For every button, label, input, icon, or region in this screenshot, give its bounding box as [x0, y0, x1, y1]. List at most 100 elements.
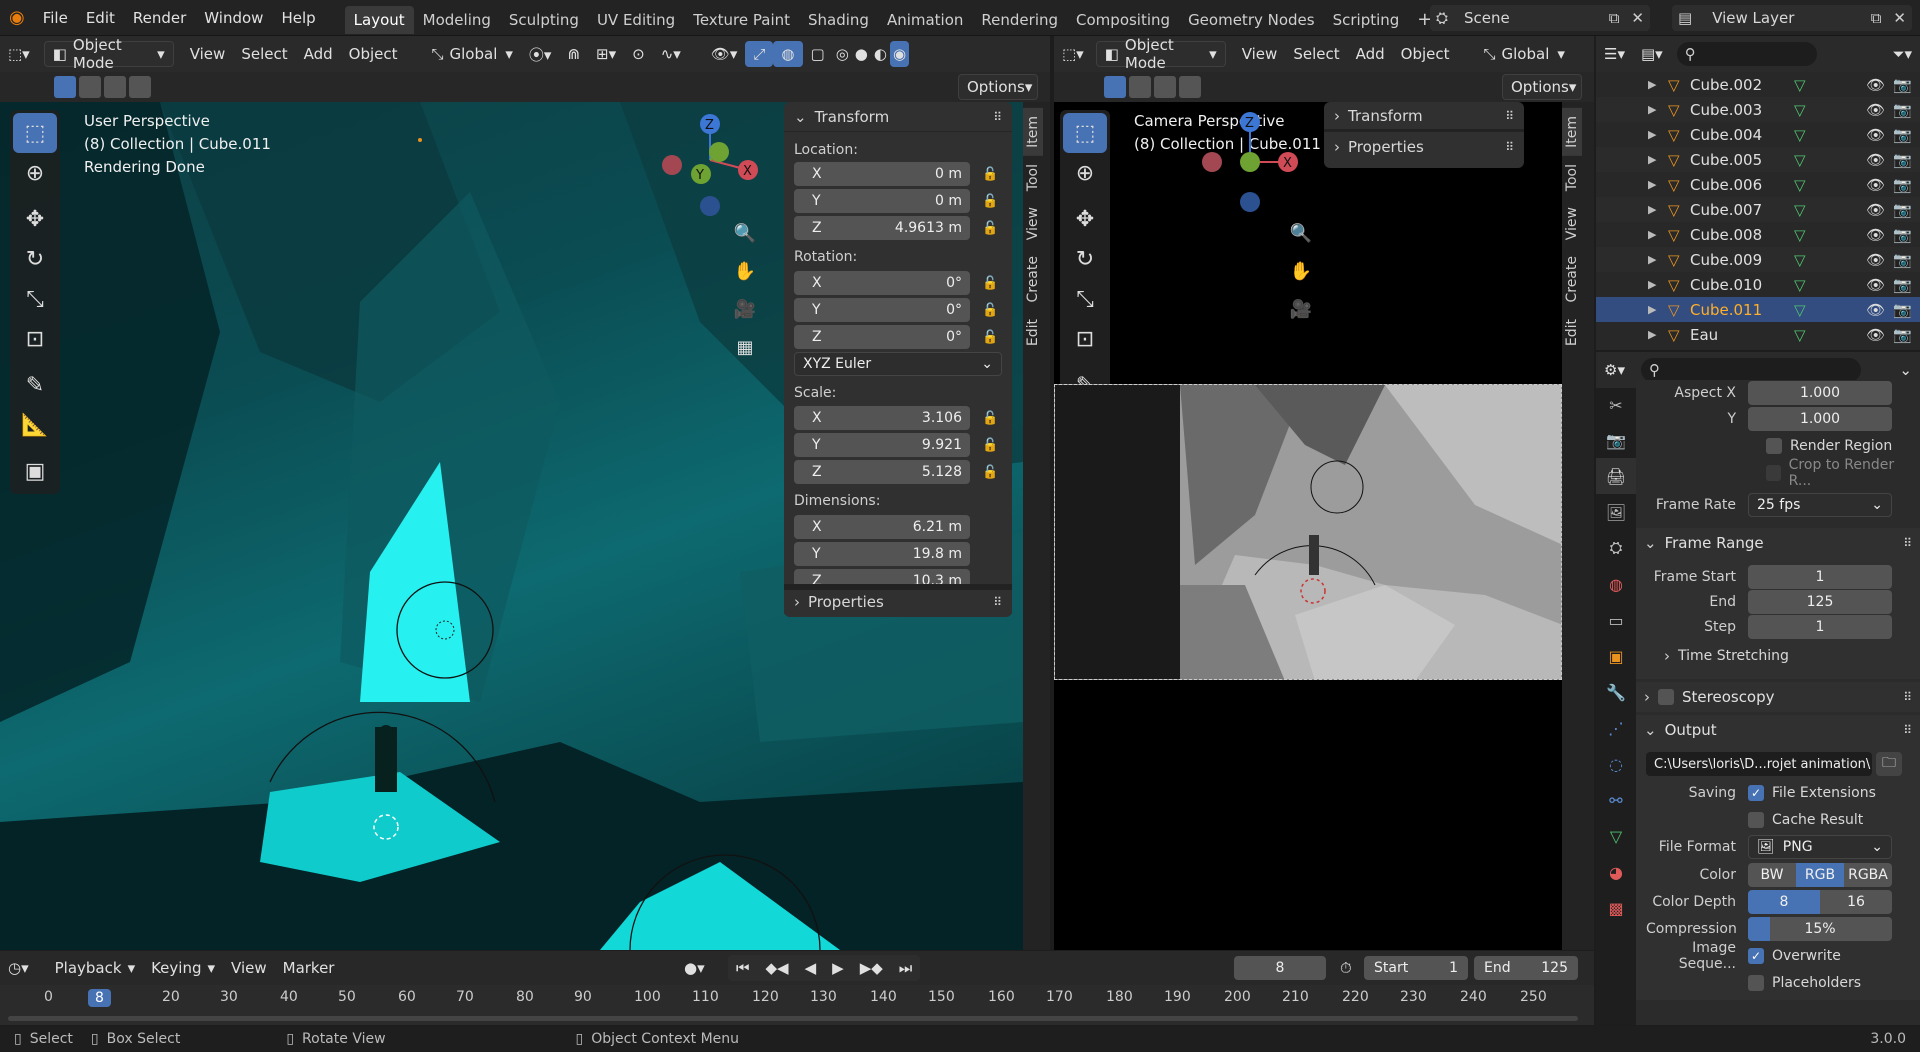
properties-panel-header[interactable]: › Properties ⠿: [784, 584, 1012, 614]
move-tool-icon[interactable]: ✥: [1063, 199, 1107, 239]
tab-view[interactable]: View: [1023, 199, 1043, 248]
cursor-tool-icon[interactable]: ⊕: [13, 153, 57, 193]
render-region-checkbox[interactable]: Render Region: [1646, 432, 1910, 460]
object-name[interactable]: Cube.010: [1690, 276, 1786, 294]
frame-start-field[interactable]: 1: [1748, 564, 1892, 589]
copy-icon[interactable]: ⧉: [1865, 9, 1888, 27]
play-reverse-icon[interactable]: ◀: [797, 955, 825, 981]
tab-animation[interactable]: Animation: [878, 6, 972, 34]
time-stretching-subsection[interactable]: › Time Stretching: [1646, 639, 1910, 673]
eye-icon[interactable]: 👁: [1866, 326, 1885, 344]
timeline-editor-icon[interactable]: ◷▾: [0, 955, 37, 981]
rotate-tool-icon[interactable]: ↻: [13, 239, 57, 279]
aspect-y-field[interactable]: 1.000: [1748, 407, 1892, 431]
file-extensions-checkbox[interactable]: ✓ File Extensions: [1748, 784, 1876, 801]
display-mode-icon[interactable]: ▤▾: [1633, 41, 1671, 67]
rotation-z-field[interactable]: Z 0°: [794, 325, 970, 349]
drag-handle-icon[interactable]: ⠿: [1903, 690, 1912, 704]
select-mode-buttons[interactable]: [1104, 76, 1201, 98]
preview-range-icon[interactable]: ⏱: [1332, 955, 1360, 981]
properties-panel-header[interactable]: › Properties ⠿: [1324, 132, 1524, 162]
output-tab-icon[interactable]: 🖨: [1596, 458, 1636, 494]
copy-icon[interactable]: ⧉: [1603, 9, 1626, 27]
object-name[interactable]: Cube.004: [1690, 126, 1786, 144]
menu-select[interactable]: Select: [233, 41, 295, 67]
lock-icon[interactable]: 🔓: [982, 221, 998, 236]
object-name[interactable]: Cube.005: [1690, 151, 1786, 169]
collection-tab-icon[interactable]: ▭: [1596, 602, 1636, 638]
jump-start-icon[interactable]: ⏮: [728, 955, 758, 981]
camera-render-icon[interactable]: 📷: [1893, 101, 1912, 119]
transform-tool-icon[interactable]: ⊡: [1063, 319, 1107, 359]
stereoscopy-section[interactable]: › Stereoscopy ⠿: [1636, 682, 1920, 712]
folder-browse-icon[interactable]: 🗀: [1876, 752, 1902, 776]
snap-target-icon[interactable]: ⊞▾: [588, 41, 624, 67]
output-path-field[interactable]: C:\Users\loris\D...rojet animation\: [1646, 752, 1872, 776]
scale-tool-icon[interactable]: ⤡: [13, 279, 57, 319]
drag-handle-icon[interactable]: ⠿: [1505, 109, 1514, 123]
camera-render-icon[interactable]: 📷: [1893, 276, 1912, 294]
outliner-item[interactable]: ▶ ▽ Cube.006 ▽ 👁 📷: [1596, 172, 1920, 197]
color-rgba-option[interactable]: RGBA: [1844, 862, 1892, 887]
lock-icon[interactable]: 🔓: [982, 276, 998, 291]
scale-tool-icon[interactable]: ⤡: [1063, 279, 1107, 319]
measure-tool-icon[interactable]: 📐: [13, 405, 57, 445]
mesh-data-icon[interactable]: ▽: [1794, 276, 1806, 294]
view-layer-selector[interactable]: ▤ View Layer ⧉ ✕: [1672, 5, 1912, 31]
eye-icon[interactable]: 👁: [1866, 151, 1885, 169]
properties-editor-icon[interactable]: ⚙▾: [1596, 357, 1633, 383]
tab-create[interactable]: Create: [1023, 248, 1043, 311]
start-frame-field[interactable]: Start 1: [1364, 956, 1468, 980]
object-tab-icon[interactable]: ▣: [1596, 638, 1636, 674]
expand-arrow-icon[interactable]: ▶: [1648, 153, 1662, 166]
modifier-tab-icon[interactable]: 🔧: [1596, 674, 1636, 710]
eye-icon[interactable]: 👁: [1866, 276, 1885, 294]
object-name[interactable]: Cube.011: [1690, 301, 1786, 319]
output-section[interactable]: ⌄ Output ⠿: [1636, 715, 1920, 745]
scale-y-field[interactable]: Y 9.921: [794, 433, 970, 457]
navigation-gizmo[interactable]: Z X Y: [655, 110, 765, 220]
menu-object[interactable]: Object: [1393, 41, 1458, 67]
menu-add[interactable]: Add: [1348, 41, 1393, 67]
menu-window[interactable]: Window: [195, 0, 272, 36]
eye-icon[interactable]: 👁: [1866, 76, 1885, 94]
expand-arrow-icon[interactable]: ▶: [1648, 103, 1662, 116]
properties-search-input[interactable]: ⚲: [1640, 358, 1861, 382]
select-extend-icon[interactable]: [1129, 76, 1151, 98]
tab-shading[interactable]: Shading: [799, 6, 878, 34]
physics-tab-icon[interactable]: ◌: [1596, 746, 1636, 782]
menu-render[interactable]: Render: [124, 0, 195, 36]
constraints-tab-icon[interactable]: ⚯: [1596, 782, 1636, 818]
tab-scripting[interactable]: Scripting: [1324, 6, 1409, 34]
zoom-icon[interactable]: 🔍: [728, 214, 762, 252]
lock-icon[interactable]: 🔓: [982, 438, 998, 453]
view-layer-tab-icon[interactable]: 🖼: [1596, 494, 1636, 530]
menu-object[interactable]: Object: [341, 41, 406, 67]
menu-select[interactable]: Select: [1285, 41, 1347, 67]
frame-rate-dropdown[interactable]: 25 fps ⌄: [1748, 493, 1892, 517]
jump-end-icon[interactable]: ⏭: [891, 955, 921, 981]
color-bw-option[interactable]: BW: [1748, 862, 1796, 887]
expand-arrow-icon[interactable]: ▶: [1648, 278, 1662, 291]
placeholders-checkbox[interactable]: Placeholders: [1646, 970, 1910, 996]
menu-view[interactable]: View: [182, 41, 234, 67]
object-name[interactable]: Cube.006: [1690, 176, 1786, 194]
material-shading-icon[interactable]: ◐: [871, 41, 890, 67]
solid-shading-icon[interactable]: ●: [852, 41, 871, 67]
overlay-toggle-icon[interactable]: ◍: [773, 41, 803, 67]
menu-marker[interactable]: Marker: [275, 955, 343, 981]
depth-8-option[interactable]: 8: [1748, 889, 1820, 914]
compression-slider[interactable]: 15%: [1748, 916, 1892, 941]
menu-view[interactable]: View: [223, 955, 275, 981]
checkbox-icon[interactable]: [1658, 689, 1674, 705]
object-name[interactable]: Cube.002: [1690, 76, 1786, 94]
tab-tool[interactable]: Tool: [1562, 156, 1582, 199]
outliner-item[interactable]: ▶ ▽ Cube.004 ▽ 👁 📷: [1596, 122, 1920, 147]
outliner-item[interactable]: ▶ ▽ Cube.003 ▽ 👁 📷: [1596, 97, 1920, 122]
lock-icon[interactable]: 🔓: [982, 194, 998, 209]
menu-add[interactable]: Add: [296, 41, 341, 67]
tab-texture-paint[interactable]: Texture Paint: [684, 6, 799, 34]
next-keyframe-icon[interactable]: ▶◆: [852, 955, 891, 981]
expand-arrow-icon[interactable]: ▶: [1648, 303, 1662, 316]
tab-modeling[interactable]: Modeling: [414, 6, 500, 34]
